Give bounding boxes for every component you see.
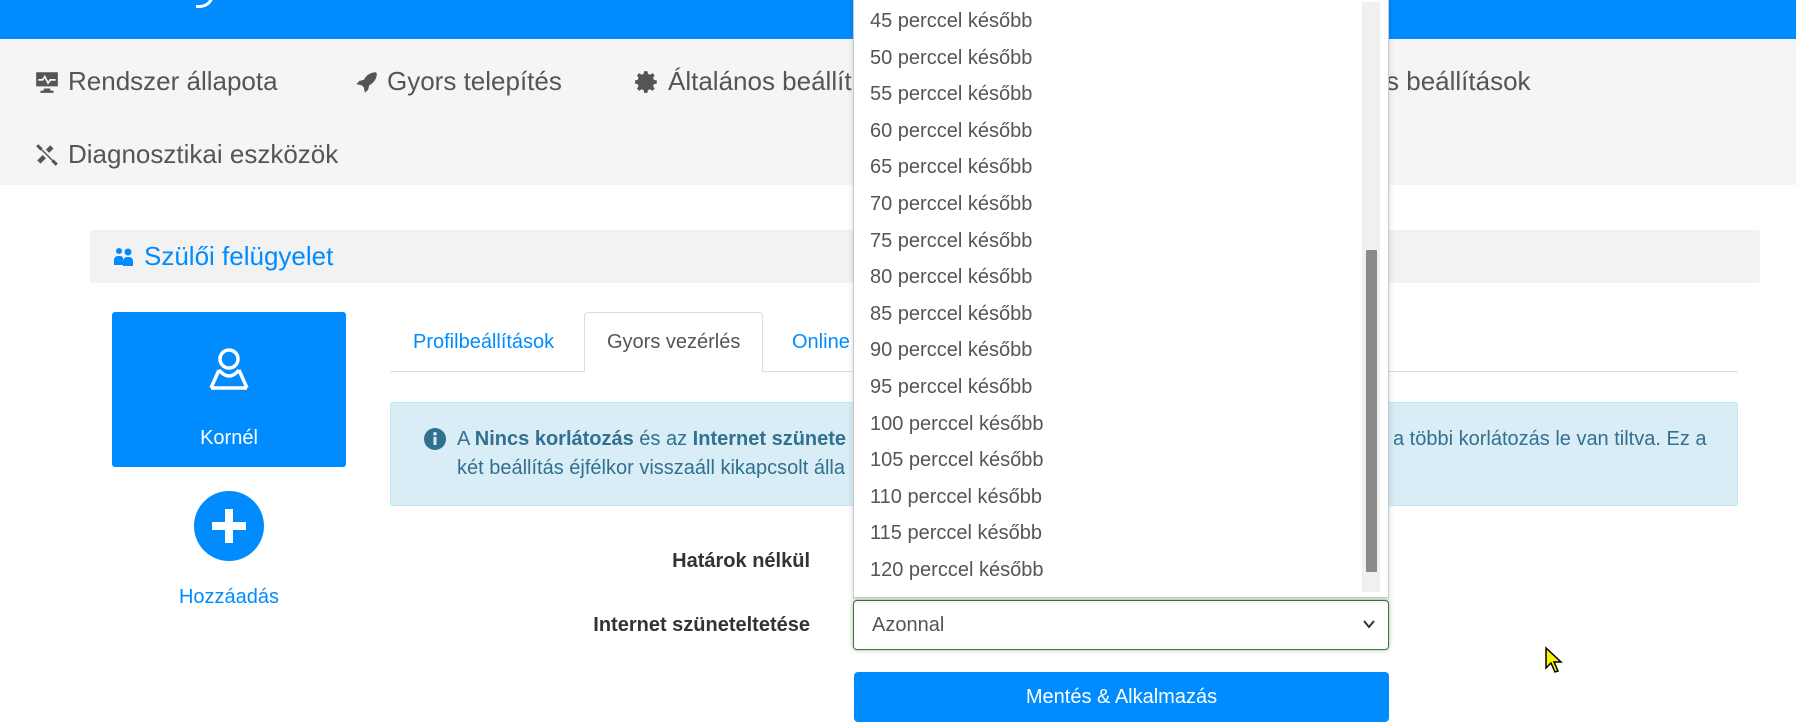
pause-options-dropdown[interactable]: 45 perccel később 50 perccel később 55 per…: [853, 0, 1389, 598]
nav-system-status[interactable]: Rendszer állapota: [34, 66, 278, 97]
internet-pause-select[interactable]: Azonnal: [853, 600, 1389, 650]
rocket-icon: [356, 71, 377, 93]
dropdown-option[interactable]: 50 perccel később: [870, 47, 1032, 70]
dropdown-option[interactable]: 85 perccel később: [870, 303, 1032, 326]
add-profile-button[interactable]: [194, 491, 264, 561]
nav-diagnostic-tools[interactable]: Diagnosztikai eszközök: [34, 139, 338, 170]
nav-label: Rendszer állapota: [68, 66, 278, 96]
info-text: és az: [633, 428, 693, 450]
logo-fragment: [196, 0, 214, 8]
dropdown-option[interactable]: 55 perccel később: [870, 83, 1032, 106]
gear-icon: [635, 70, 657, 93]
info-icon: [424, 428, 446, 450]
info-text: A: [457, 428, 475, 450]
dropdown-option[interactable]: 65 perccel később: [870, 156, 1032, 179]
dropdown-option[interactable]: 120 perccel később: [870, 559, 1043, 582]
dropdown-option[interactable]: 90 perccel később: [870, 339, 1032, 362]
dropdown-scrollbar-thumb[interactable]: [1366, 250, 1377, 572]
tab-profile-settings[interactable]: Profilbeállítások: [391, 312, 576, 372]
info-bold-internet-pause: Internet szünete: [692, 428, 847, 450]
users-icon: [114, 247, 133, 266]
chevron-down-icon: [1363, 620, 1375, 629]
dropdown-option[interactable]: 100 perccel később: [870, 413, 1043, 436]
nav-label: Általános beállít: [668, 66, 852, 96]
info-line-1-tail: a többi korlátozás le van tiltva. Ez a: [1393, 428, 1707, 450]
info-line-2: két beállítás éjfélkor visszaáll kikapcs…: [457, 457, 845, 479]
info-bold-no-limits: Nincs korlátozás: [474, 428, 634, 450]
dropdown-option[interactable]: 115 perccel később: [870, 522, 1042, 545]
label-no-limits: Határok nélkül: [672, 550, 810, 572]
dropdown-option[interactable]: 105 perccel később: [870, 449, 1043, 472]
panel-title: Szülői felügyelet: [144, 241, 334, 271]
user-icon: [209, 348, 249, 390]
dropdown-option[interactable]: 45 perccel később: [870, 10, 1032, 33]
save-apply-button[interactable]: Mentés & Alkalmazás: [854, 672, 1389, 722]
mouse-cursor-icon: [1545, 646, 1563, 673]
plus-icon: [212, 509, 246, 543]
nav-quick-setup[interactable]: Gyors telepítés: [353, 66, 562, 97]
nav-label: Diagnosztikai eszközök: [68, 139, 339, 169]
dropdown-option[interactable]: 110 perccel később: [870, 486, 1042, 509]
tools-icon: [36, 143, 58, 166]
profile-card[interactable]: Kornél: [112, 312, 346, 467]
dropdown-option[interactable]: 75 perccel később: [870, 230, 1032, 253]
add-profile-link[interactable]: Hozzáadás: [112, 586, 346, 609]
profile-name: Kornél: [200, 427, 258, 449]
dropdown-option[interactable]: 70 perccel később: [870, 193, 1032, 216]
nav-label: Gyors telepítés: [387, 66, 562, 96]
dropdown-option[interactable]: 80 perccel később: [870, 266, 1032, 289]
tab-quick-control[interactable]: Gyors vezérlés: [584, 312, 764, 373]
dropdown-option[interactable]: 95 perccel később: [870, 376, 1032, 399]
nav-general-settings[interactable]: Általános beállít: [634, 66, 852, 97]
label-internet-pause: Internet szüneteltetése: [593, 614, 810, 636]
info-line-1: A Nincs korlátozás és az Internet szünet…: [457, 425, 846, 454]
dropdown-scrollbar[interactable]: [1362, 2, 1380, 592]
dropdown-option[interactable]: 60 perccel később: [870, 120, 1032, 143]
monitor-icon: [36, 71, 58, 93]
select-value: Azonnal: [872, 613, 945, 636]
